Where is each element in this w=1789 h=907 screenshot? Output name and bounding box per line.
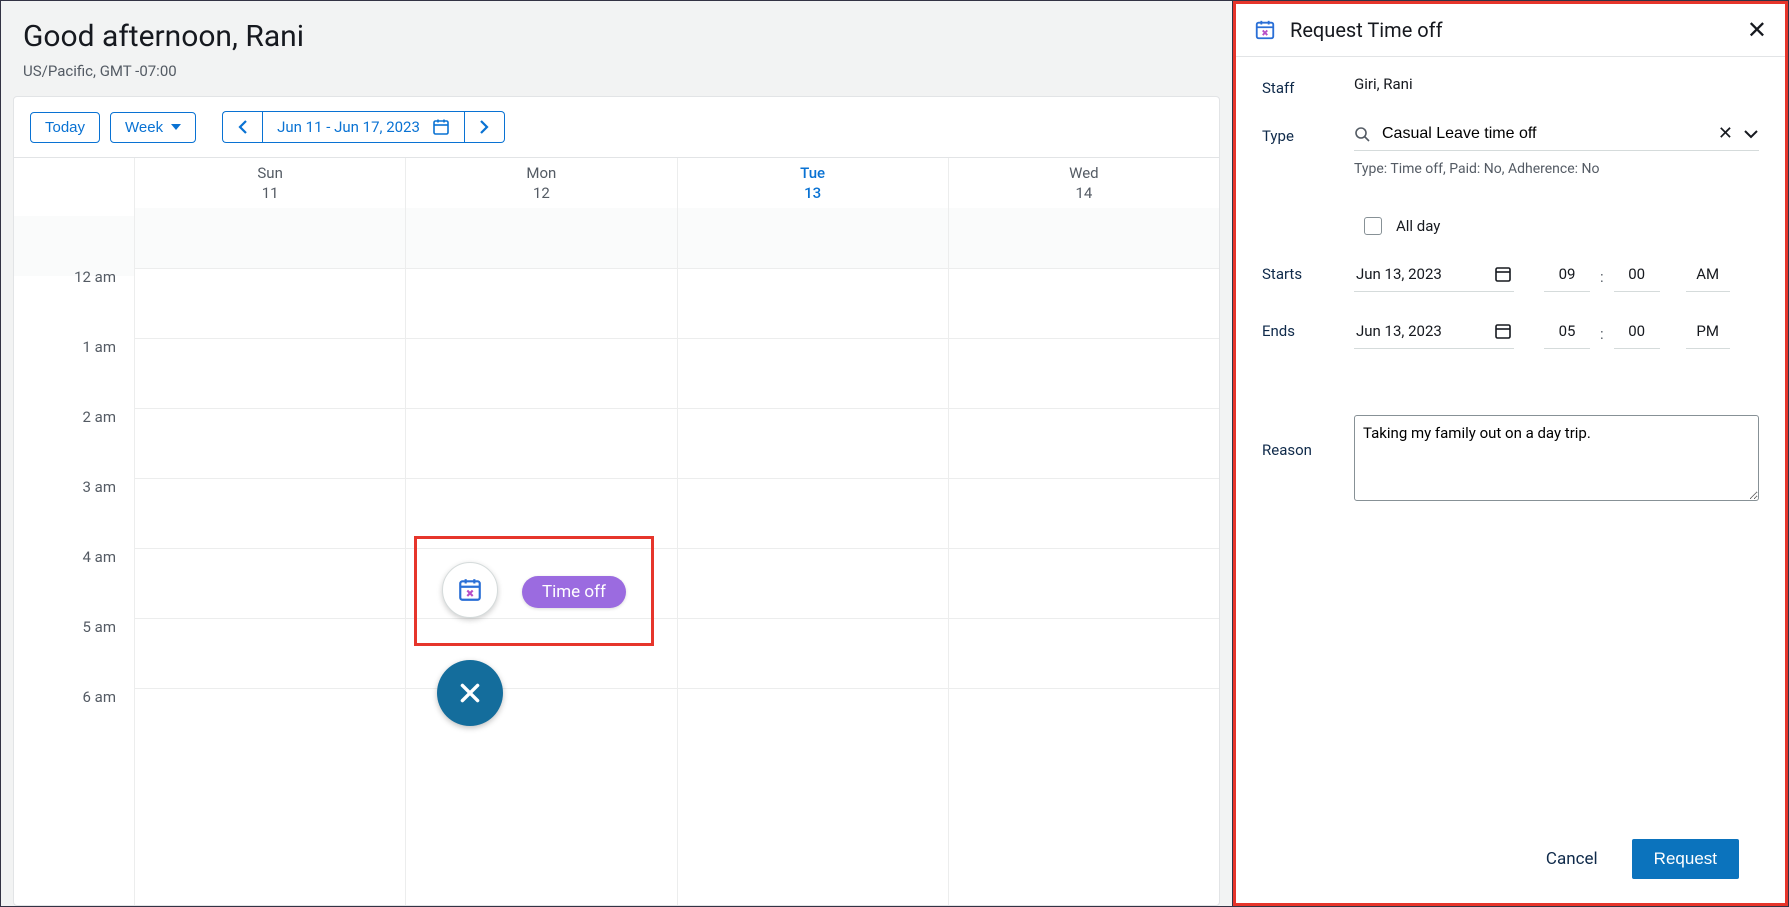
- hour-label: 4 am: [14, 548, 134, 618]
- end-min-input[interactable]: 00: [1614, 318, 1660, 349]
- request-timeoff-panel: Request Time off ✕ Staff Giri, Rani Type…: [1233, 1, 1788, 906]
- hour-label: 12 am: [14, 268, 134, 338]
- day-col-sun[interactable]: Sun11: [134, 158, 405, 905]
- start-date-input[interactable]: Jun 13, 2023: [1354, 261, 1514, 292]
- reason-textarea[interactable]: [1354, 415, 1759, 501]
- start-min-input[interactable]: 00: [1614, 261, 1660, 292]
- caret-down-icon: [171, 124, 181, 130]
- calendar-icon: [1494, 265, 1512, 283]
- next-week-button[interactable]: [465, 111, 505, 143]
- type-input[interactable]: [1380, 124, 1708, 144]
- clear-icon[interactable]: ✕: [1718, 123, 1733, 144]
- type-label: Type: [1262, 123, 1354, 145]
- allday-label: All day: [1396, 217, 1440, 235]
- close-icon: [457, 680, 483, 706]
- hour-label: 6 am: [14, 688, 134, 758]
- start-hour-input[interactable]: 09: [1544, 261, 1590, 292]
- request-button[interactable]: Request: [1632, 839, 1739, 879]
- chevron-down-icon[interactable]: [1743, 128, 1759, 140]
- allday-band: [14, 216, 134, 276]
- close-fab-button[interactable]: [437, 660, 503, 726]
- hour-label: 5 am: [14, 618, 134, 688]
- end-hour-input[interactable]: 05: [1544, 318, 1590, 349]
- timeoff-icon-button[interactable]: [442, 562, 498, 618]
- day-header: Mon12: [406, 158, 676, 208]
- panel-title: Request Time off: [1290, 18, 1747, 42]
- start-ampm-input[interactable]: AM: [1686, 261, 1730, 292]
- date-range-label: Jun 11 - Jun 17, 2023: [277, 118, 420, 136]
- panel-close-button[interactable]: ✕: [1747, 18, 1767, 42]
- calendar-x-icon: [1254, 19, 1276, 41]
- view-select-label: Week: [125, 119, 163, 136]
- timezone-text: US/Pacific, GMT -07:00: [23, 62, 1210, 80]
- hour-label: 3 am: [14, 478, 134, 548]
- view-select[interactable]: Week: [110, 112, 196, 143]
- calendar-icon: [1494, 322, 1512, 340]
- reason-label: Reason: [1262, 415, 1354, 459]
- hour-label: 2 am: [14, 408, 134, 478]
- calendar-x-icon: [457, 577, 483, 603]
- day-col-wed[interactable]: Wed14: [948, 158, 1219, 905]
- type-combobox[interactable]: ✕: [1354, 123, 1759, 151]
- chevron-right-icon: [478, 119, 490, 135]
- search-icon: [1354, 126, 1370, 142]
- day-header: Wed14: [949, 158, 1219, 208]
- end-ampm-input[interactable]: PM: [1686, 318, 1730, 349]
- date-range-button[interactable]: Jun 11 - Jun 17, 2023: [262, 111, 465, 143]
- today-button[interactable]: Today: [30, 112, 100, 143]
- end-date-input[interactable]: Jun 13, 2023: [1354, 318, 1514, 349]
- day-header: Sun11: [135, 158, 405, 208]
- day-col-tue[interactable]: Tue13: [677, 158, 948, 905]
- cancel-button[interactable]: Cancel: [1546, 849, 1598, 869]
- prev-week-button[interactable]: [222, 111, 262, 143]
- staff-value: Giri, Rani: [1354, 75, 1759, 93]
- allday-checkbox[interactable]: [1364, 217, 1382, 235]
- hour-label: 1 am: [14, 338, 134, 408]
- day-col-mon[interactable]: Mon12: [405, 158, 676, 905]
- day-header: Tue13: [678, 158, 948, 208]
- type-subtext: Type: Time off, Paid: No, Adherence: No: [1354, 161, 1759, 177]
- timeoff-pill[interactable]: Time off: [522, 576, 626, 608]
- greeting-text: Good afternoon, Rani: [23, 19, 1210, 54]
- calendar-icon: [432, 118, 450, 136]
- ends-label: Ends: [1262, 318, 1354, 340]
- staff-label: Staff: [1262, 75, 1354, 97]
- chevron-left-icon: [237, 119, 249, 135]
- starts-label: Starts: [1262, 261, 1354, 283]
